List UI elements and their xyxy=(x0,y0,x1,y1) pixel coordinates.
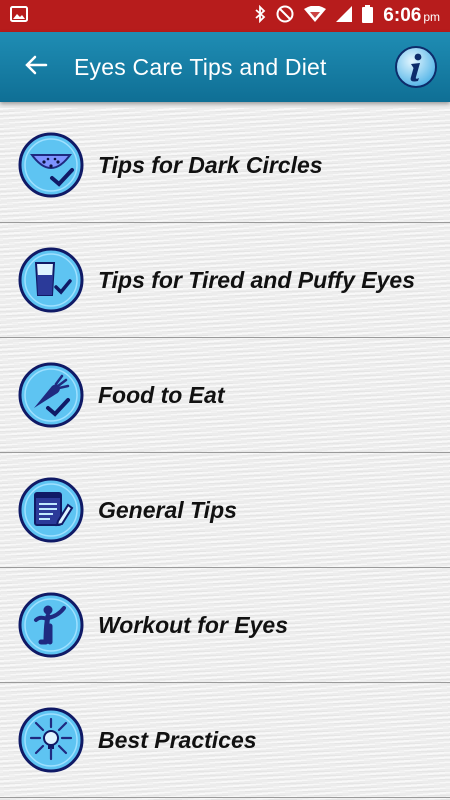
do-not-disturb-icon xyxy=(276,5,294,28)
menu-item-label: Workout for Eyes xyxy=(98,611,288,638)
menu-item-label: General Tips xyxy=(98,496,237,523)
menu-item-label: Best Practices xyxy=(98,726,257,753)
menu-item-label: Tips for Dark Circles xyxy=(98,151,323,178)
menu-item-workout-for-eyes[interactable]: Workout for Eyes xyxy=(0,568,450,683)
menu-item-label: Tips for Tired and Puffy Eyes xyxy=(98,266,415,293)
menu-item-best-practices[interactable]: Best Practices xyxy=(0,683,450,798)
info-icon xyxy=(394,46,438,93)
info-button[interactable] xyxy=(394,45,438,89)
glass-water-icon xyxy=(18,247,84,313)
menu-item-food-to-eat[interactable]: Food to Eat xyxy=(0,338,450,453)
status-bar: 6:06 pm xyxy=(0,0,450,32)
wifi-icon xyxy=(304,5,327,27)
clock-ampm: pm xyxy=(423,10,440,24)
clock: 6:06 pm xyxy=(383,5,440,27)
page-title: Eyes Care Tips and Diet xyxy=(74,53,327,80)
battery-icon xyxy=(362,4,374,28)
app-bar: Eyes Care Tips and Diet xyxy=(0,32,450,102)
signal-icon xyxy=(336,5,353,27)
arrow-left-icon xyxy=(24,53,48,82)
image-icon xyxy=(10,5,28,27)
bluetooth-icon xyxy=(254,4,266,28)
menu-item-dark-circles[interactable]: Tips for Dark Circles xyxy=(0,108,450,223)
stretching-person-icon xyxy=(18,592,84,658)
clock-time: 6:06 xyxy=(383,5,422,26)
menu-item-tired-puffy-eyes[interactable]: Tips for Tired and Puffy Eyes xyxy=(0,223,450,338)
watermelon-check-icon xyxy=(18,132,84,198)
notepad-pencil-icon xyxy=(18,477,84,543)
back-button[interactable] xyxy=(20,51,52,83)
menu-item-general-tips[interactable]: General Tips xyxy=(0,453,450,568)
carrot-check-icon xyxy=(18,362,84,428)
menu-list: Tips for Dark Circles Tips for Tired and… xyxy=(0,108,450,800)
lightbulb-ideas-icon xyxy=(18,707,84,773)
menu-item-label: Food to Eat xyxy=(98,381,225,408)
